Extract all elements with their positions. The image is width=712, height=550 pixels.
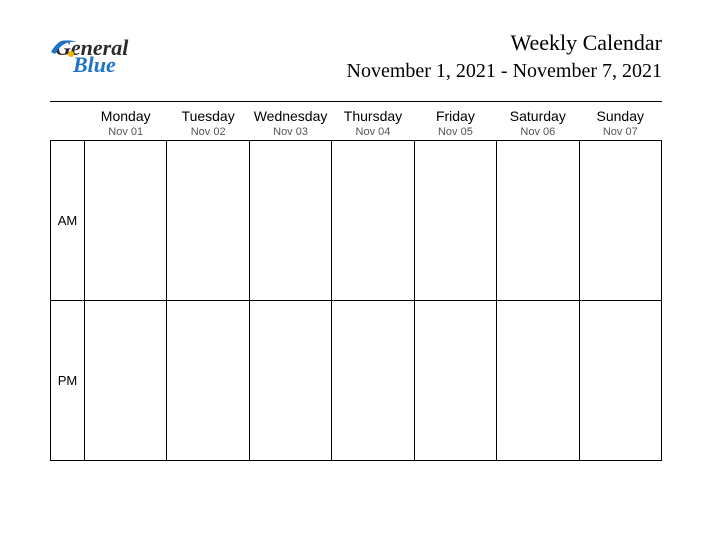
day-name: Wednesday [251,108,329,124]
cell [85,141,167,301]
day-date: Nov 01 [87,126,165,138]
cell [497,141,579,301]
cell [497,301,579,461]
header: General Blue Weekly Calendar November 1,… [0,0,712,93]
day-header: Saturday Nov 06 [497,102,579,141]
day-name: Tuesday [169,108,247,124]
cell [85,301,167,461]
day-header: Thursday Nov 04 [332,102,414,141]
cell [579,301,661,461]
day-header: Wednesday Nov 03 [249,102,331,141]
page-title: Weekly Calendar [347,30,663,56]
day-name: Monday [87,108,165,124]
corner-cell [51,102,85,141]
cell [579,141,661,301]
header-row: Monday Nov 01 Tuesday Nov 02 Wednesday N… [51,102,662,141]
cell [332,141,414,301]
title-block: Weekly Calendar November 1, 2021 - Novem… [347,30,663,83]
day-header: Monday Nov 01 [85,102,167,141]
cell [249,301,331,461]
calendar-grid: Monday Nov 01 Tuesday Nov 02 Wednesday N… [0,102,712,491]
period-label-pm: PM [51,301,85,461]
day-date: Nov 02 [169,126,247,138]
day-header: Tuesday Nov 02 [167,102,249,141]
logo-swoosh-icon [49,34,79,64]
cell [167,301,249,461]
day-date: Nov 07 [581,126,659,138]
calendar-table: Monday Nov 01 Tuesday Nov 02 Wednesday N… [50,102,662,461]
cell [414,301,496,461]
day-date: Nov 05 [416,126,494,138]
brand-logo: General Blue [55,38,128,76]
logo-text-2: Blue [73,55,128,76]
pm-row: PM [51,301,662,461]
cell [414,141,496,301]
day-header: Friday Nov 05 [414,102,496,141]
day-name: Saturday [499,108,577,124]
cell [167,141,249,301]
day-name: Sunday [581,108,659,124]
day-date: Nov 06 [499,126,577,138]
day-date: Nov 03 [251,126,329,138]
date-range: November 1, 2021 - November 7, 2021 [347,60,663,83]
day-header: Sunday Nov 07 [579,102,661,141]
am-row: AM [51,141,662,301]
period-label-am: AM [51,141,85,301]
day-name: Thursday [334,108,412,124]
cell [332,301,414,461]
cell [249,141,331,301]
day-name: Friday [416,108,494,124]
day-date: Nov 04 [334,126,412,138]
